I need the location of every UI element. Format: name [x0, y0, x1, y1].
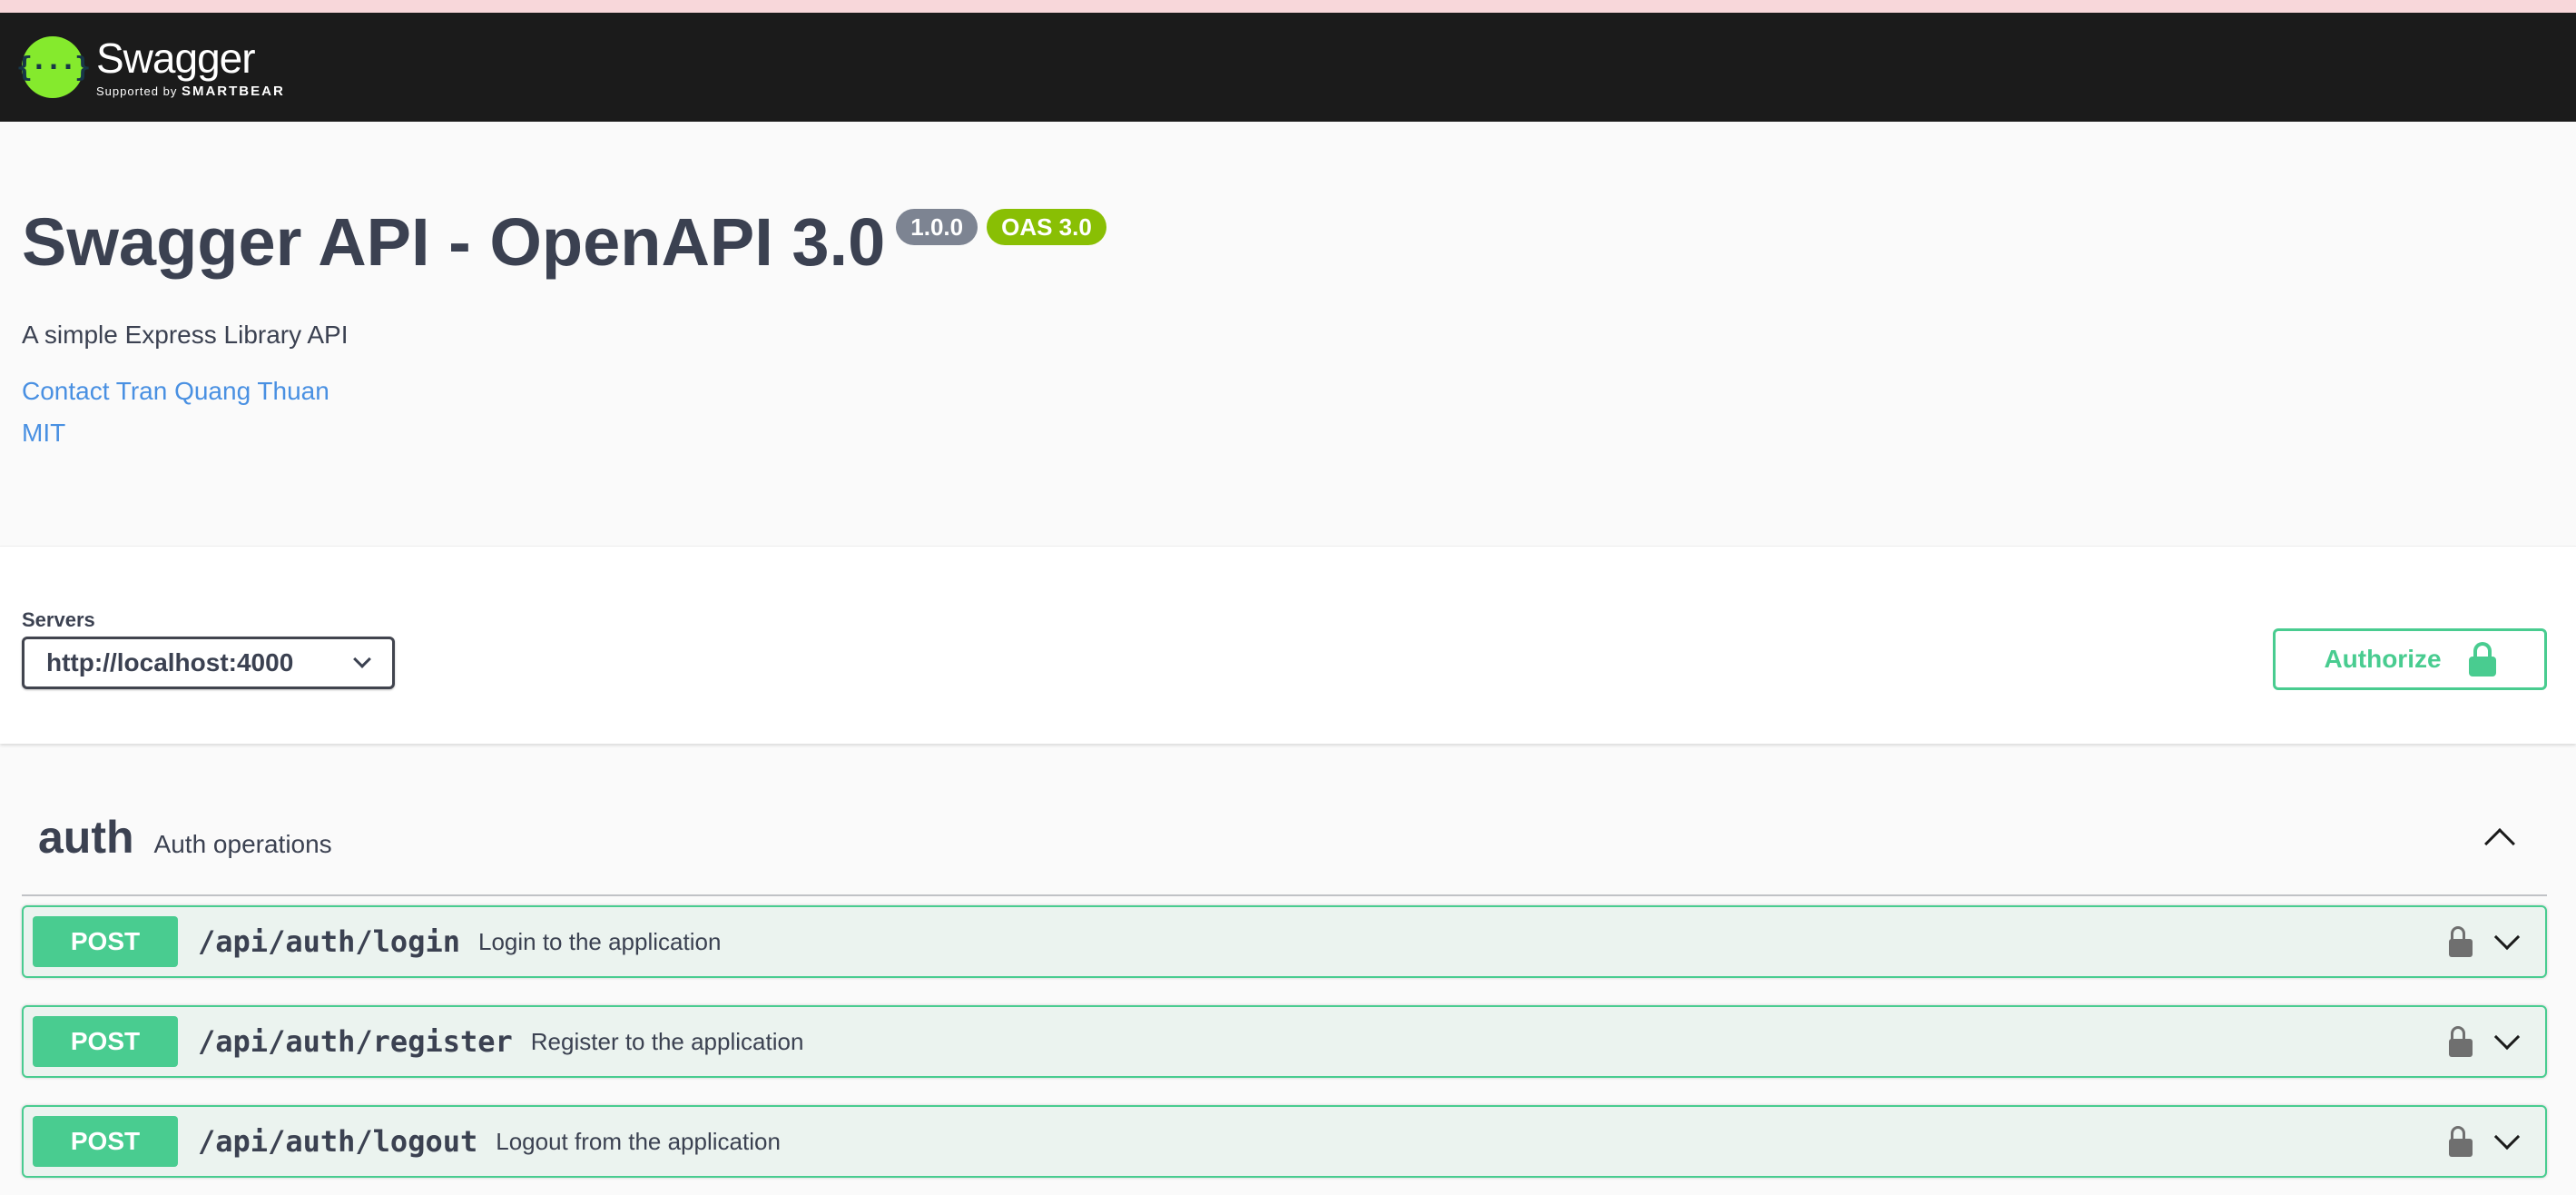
chevron-down-icon[interactable]: [2493, 1123, 2521, 1151]
operation-controls: [2449, 1123, 2536, 1157]
lock-body: [2449, 1139, 2473, 1157]
title-row: Swagger API - OpenAPI 3.0 1.0.0 OAS 3.0: [22, 205, 2554, 279]
version-badge: 1.0.0: [896, 209, 978, 245]
tag-name: auth: [38, 812, 134, 863]
swagger-logo[interactable]: {···} Swagger Supported by SMARTBEAR: [16, 36, 285, 98]
chevron-up-icon[interactable]: [2484, 828, 2515, 859]
logo-sub-brand: SMARTBEAR: [181, 83, 285, 99]
operation-path: /api/auth/register: [198, 1024, 513, 1059]
lock-icon: [2468, 642, 2496, 677]
servers-label: Servers: [22, 608, 95, 631]
chevron-down-icon: [353, 650, 371, 668]
authorize-button[interactable]: Authorize: [2273, 628, 2547, 690]
license-link[interactable]: MIT: [22, 419, 2554, 448]
chevron-down-icon[interactable]: [2493, 1023, 2521, 1051]
tag-header-auth[interactable]: auth Auth operations: [22, 744, 2547, 896]
api-description: A simple Express Library API: [22, 321, 349, 350]
lock-icon[interactable]: [2449, 926, 2473, 957]
top-bar: {···} Swagger Supported by SMARTBEAR: [0, 13, 2576, 122]
operation-path: /api/auth/login: [198, 924, 460, 959]
logo-word: Swagger: [96, 34, 256, 82]
logo-text: Swagger Supported by SMARTBEAR: [96, 37, 285, 98]
lock-icon[interactable]: [2449, 1026, 2473, 1057]
method-badge: POST: [33, 916, 178, 967]
info-section: Swagger API - OpenAPI 3.0 1.0.0 OAS 3.0 …: [0, 122, 2576, 546]
lock-icon[interactable]: [2449, 1126, 2473, 1157]
contact-link[interactable]: Contact Tran Quang Thuan: [22, 377, 2554, 406]
page-title: Swagger API - OpenAPI 3.0: [22, 204, 886, 280]
tag-description: Auth operations: [153, 830, 332, 858]
swagger-logo-icon: {···}: [16, 36, 91, 98]
server-select[interactable]: http://localhost:4000: [22, 637, 395, 689]
lock-body: [2468, 657, 2496, 677]
operation-logout[interactable]: POST /api/auth/logout Logout from the ap…: [22, 1105, 2547, 1178]
oas-badge: OAS 3.0: [987, 209, 1106, 245]
chevron-down-icon[interactable]: [2493, 923, 2521, 951]
auth-tag-section: auth Auth operations POST /api/auth/logi…: [0, 744, 2576, 1178]
lock-body: [2449, 1039, 2473, 1057]
top-strip: [0, 0, 2576, 13]
method-badge: POST: [33, 1016, 178, 1067]
servers-section: Servers http://localhost:4000 Authorize: [0, 546, 2576, 744]
tag-title: auth Auth operations: [38, 775, 332, 864]
operation-controls: [2449, 923, 2536, 957]
operation-summary: Register to the application: [530, 1027, 804, 1055]
operation-controls: [2449, 1023, 2536, 1057]
operation-login[interactable]: POST /api/auth/login Login to the applic…: [22, 905, 2547, 978]
method-badge: POST: [33, 1116, 178, 1167]
logo-sub-prefix: Supported by: [96, 84, 178, 98]
operation-summary: Login to the application: [477, 927, 722, 955]
authorize-label: Authorize: [2324, 645, 2442, 673]
operation-register[interactable]: POST /api/auth/register Register to the …: [22, 1005, 2547, 1078]
logo-subtitle: Supported by SMARTBEAR: [96, 84, 285, 98]
operation-path: /api/auth/logout: [198, 1124, 478, 1159]
operation-summary: Logout from the application: [496, 1127, 781, 1155]
server-select-value: http://localhost:4000: [46, 648, 294, 677]
lock-body: [2449, 939, 2473, 957]
